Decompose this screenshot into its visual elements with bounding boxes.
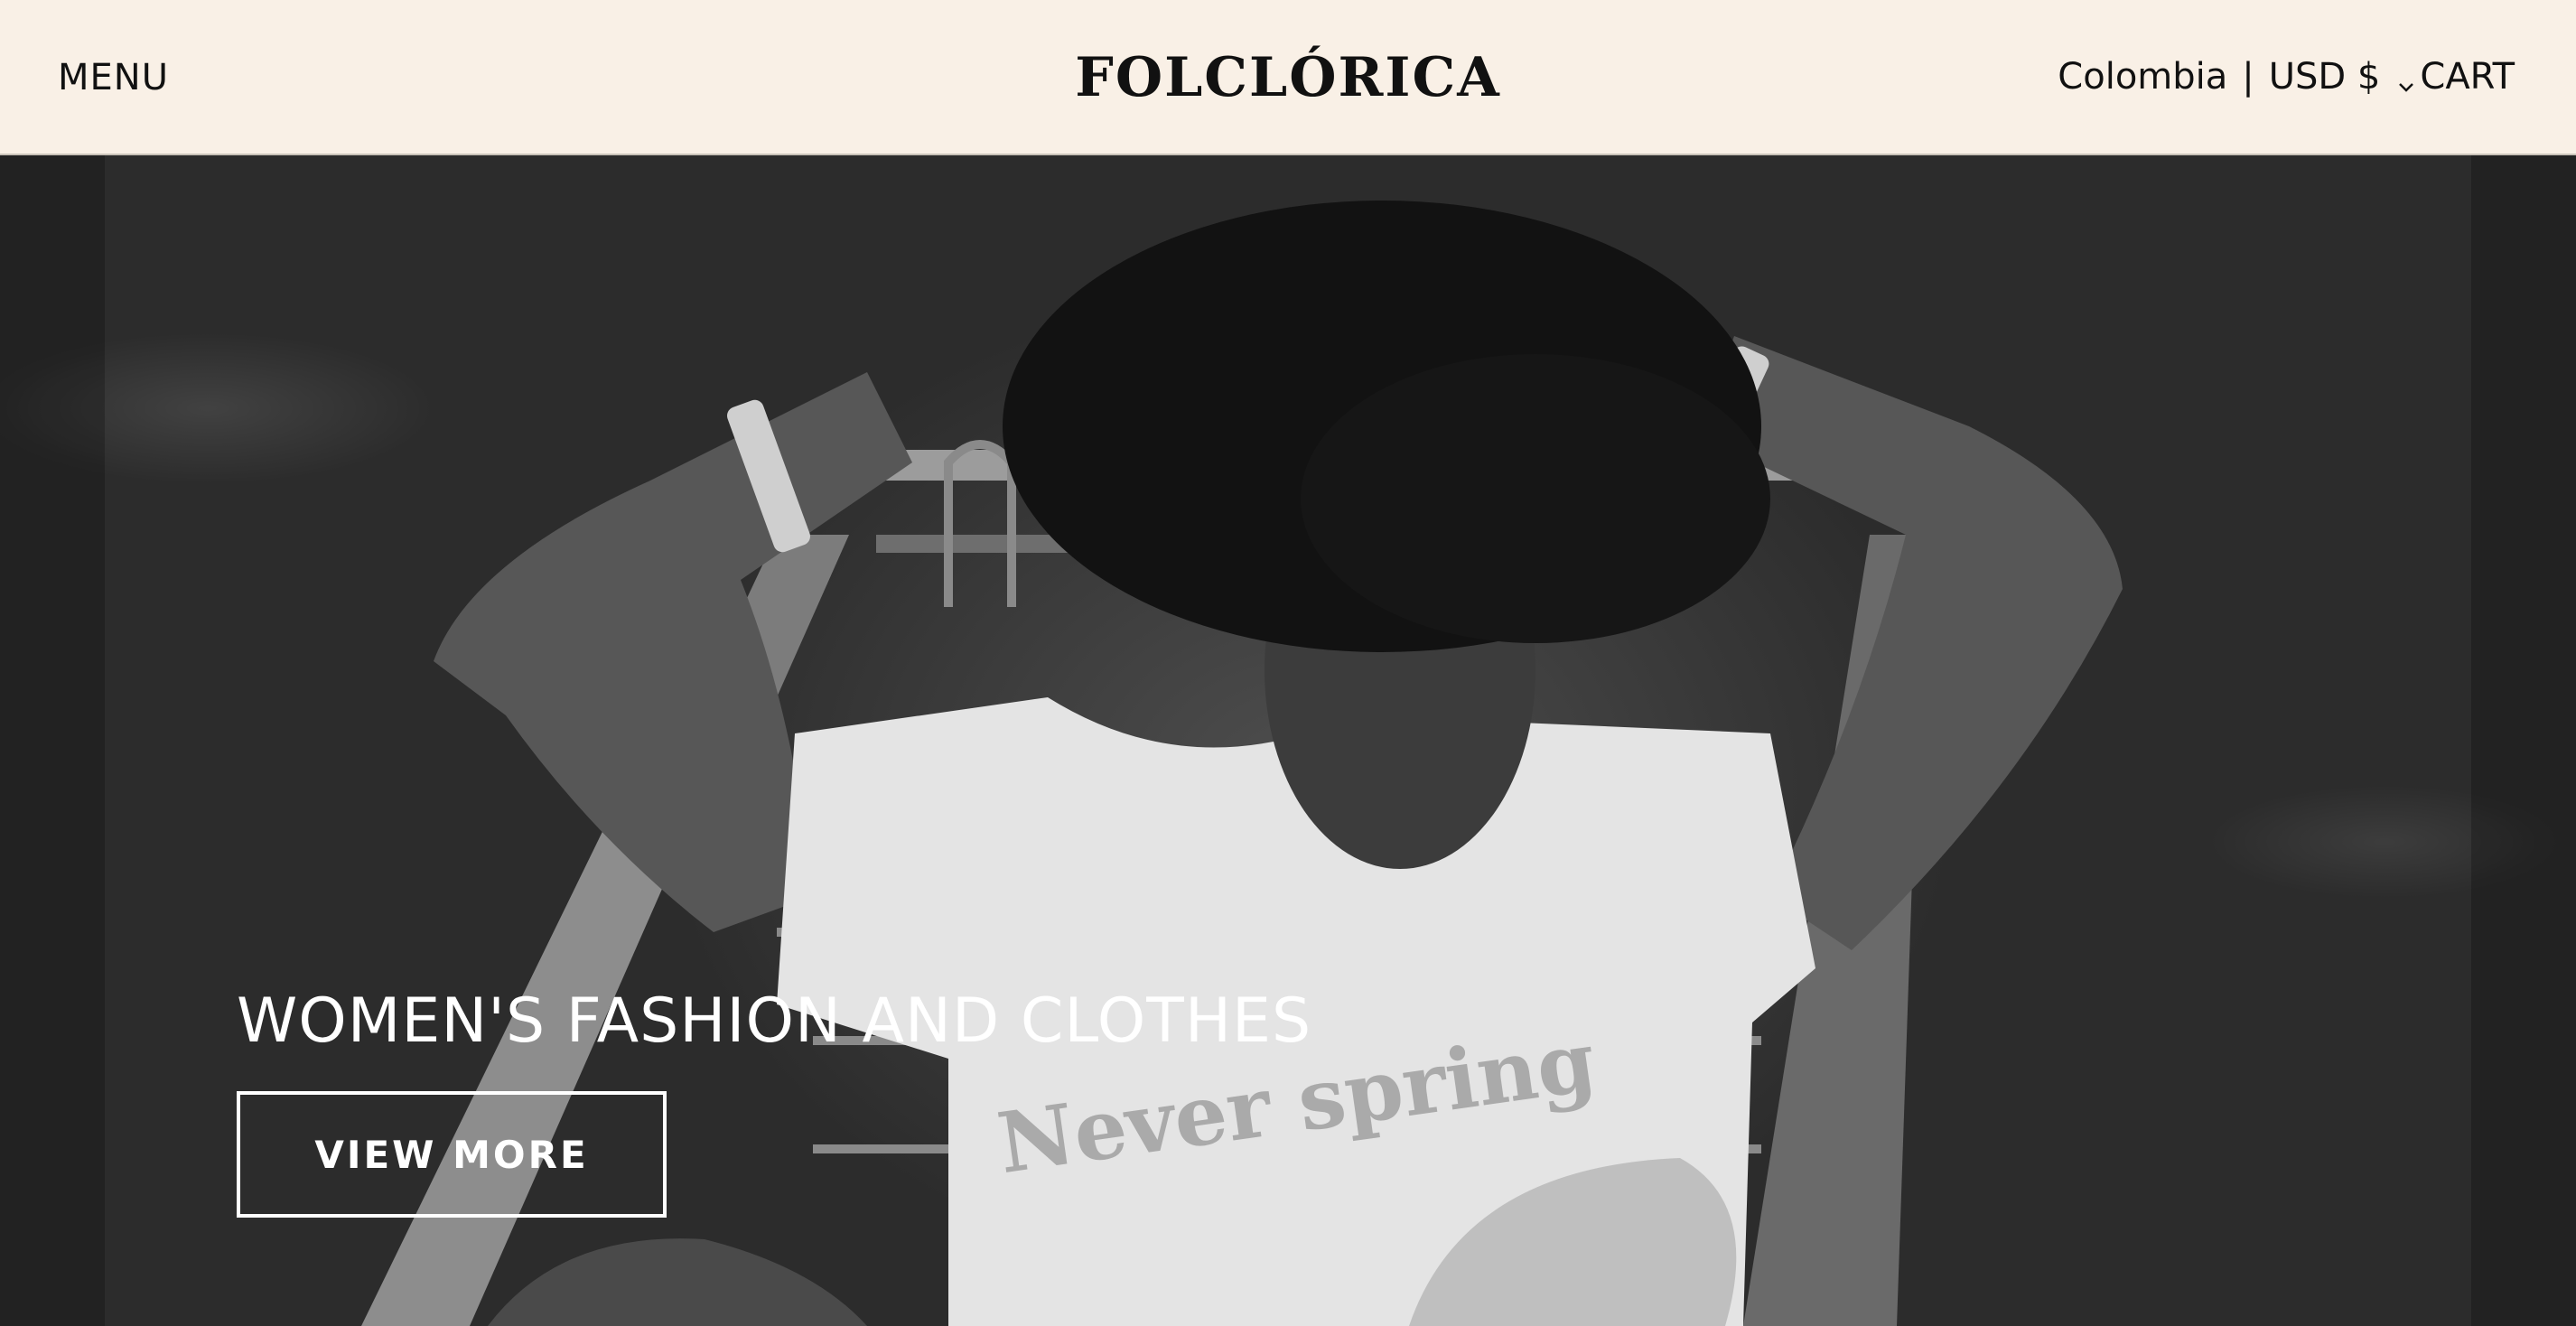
- hero-title: WOMEN'S FASHION AND CLOTHES: [237, 985, 1312, 1057]
- header-actions: Colombia | USD $ CART: [2058, 54, 2515, 99]
- hero-banner: Never spring WOMEN'S FASHION AND CLOTHES…: [0, 155, 2576, 1326]
- header-separator: |: [2242, 56, 2254, 98]
- cart-link[interactable]: CART: [2420, 54, 2515, 99]
- menu-button[interactable]: MENU: [58, 56, 169, 99]
- site-header: MENU FOLCLÓRICA Colombia | USD $ CART: [0, 0, 2576, 155]
- jeans: [488, 1238, 867, 1326]
- chevron-down-icon[interactable]: [2396, 63, 2416, 92]
- country-selector[interactable]: Colombia: [2058, 54, 2227, 99]
- brand-logo[interactable]: FOLCLÓRICA: [1075, 47, 1501, 108]
- currency-selector[interactable]: USD $: [2269, 54, 2381, 99]
- view-more-button[interactable]: VIEW MORE: [237, 1091, 667, 1218]
